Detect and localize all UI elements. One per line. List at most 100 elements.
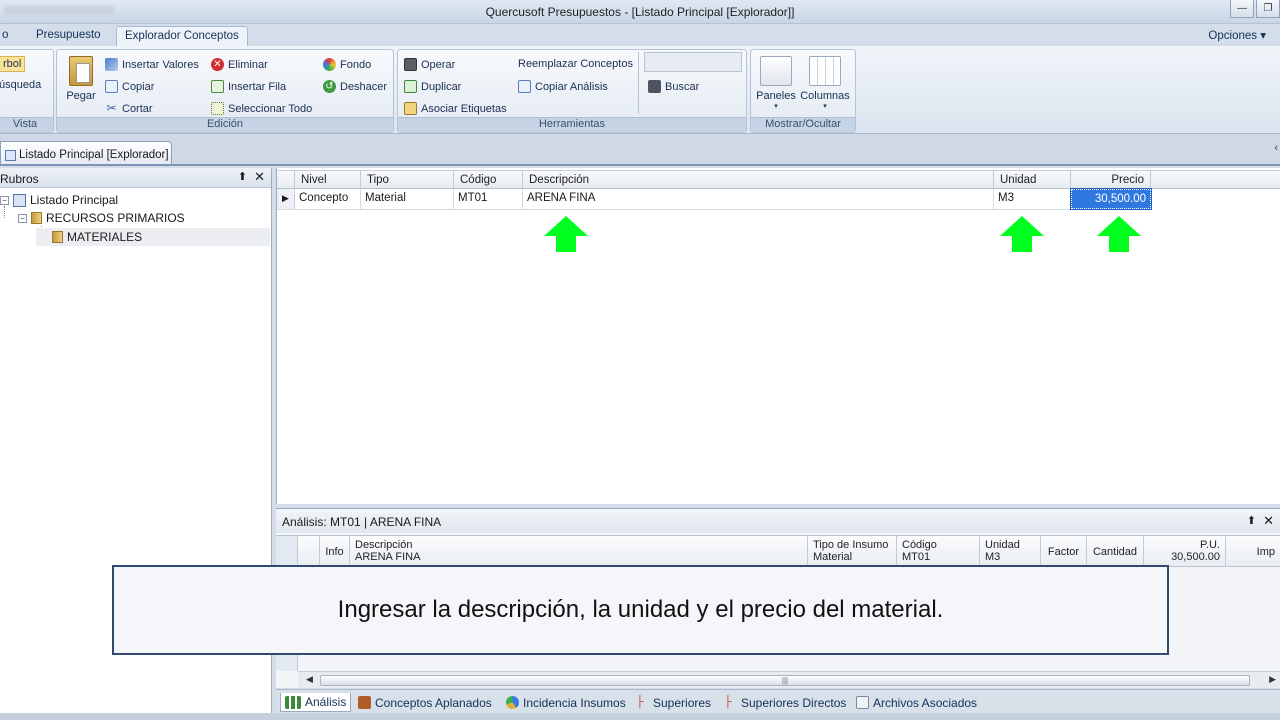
undo-label: Deshacer: [340, 80, 388, 93]
cell-unidad[interactable]: M3: [994, 189, 1071, 209]
col-importe[interactable]: Imp: [1226, 536, 1280, 567]
copy-button[interactable]: Copiar: [105, 80, 154, 93]
tree-toggle-icon[interactable]: [276, 536, 298, 567]
col-info[interactable]: Info: [320, 536, 350, 567]
insert-values-button[interactable]: Insertar Valores: [105, 58, 199, 71]
col-descripcion[interactable]: Descripción: [523, 171, 994, 189]
cell-codigo[interactable]: MT01: [454, 189, 523, 209]
group-vista-title: Vista: [0, 117, 53, 132]
insert-row-button[interactable]: Insertar Fila: [211, 80, 286, 93]
panels-button[interactable]: Paneles ▾: [755, 56, 797, 110]
chevron-left-icon[interactable]: ‹: [1274, 142, 1278, 154]
associate-labels-button[interactable]: Asociar Etiquetas: [404, 102, 507, 115]
tab-presupuesto[interactable]: Presupuesto: [28, 26, 109, 46]
replace-concepts-button[interactable]: Reemplazar Conceptos: [518, 58, 633, 70]
undo-button[interactable]: ↺ Deshacer: [323, 80, 387, 93]
col-codigo[interactable]: Código MT01: [897, 536, 980, 567]
cell-descripcion[interactable]: ARENA FINA: [523, 189, 994, 209]
col-tipo-label: Tipo de Insumo: [813, 539, 889, 551]
copy-analysis-button[interactable]: Copiar Análisis: [518, 80, 608, 93]
tab-label: Análisis: [305, 695, 347, 709]
status-strip: [0, 713, 1280, 720]
rubros-title: Rubros: [0, 172, 39, 186]
arrow-up-icon: [1000, 216, 1044, 252]
tree-node-materiales[interactable]: MATERIALES: [36, 228, 270, 246]
search-button[interactable]: Buscar: [648, 80, 699, 93]
col-unidad[interactable]: Unidad: [994, 171, 1071, 189]
background-button[interactable]: Fondo: [323, 58, 371, 71]
options-menu[interactable]: Opciones ▾: [1208, 28, 1266, 42]
duplicate-button[interactable]: Duplicar: [404, 80, 461, 93]
col-codigo-label: Código: [902, 539, 937, 551]
search-input[interactable]: [644, 52, 742, 72]
close-icon[interactable]: ✕: [254, 169, 265, 185]
tab-archivos-asociados[interactable]: Archivos Asociados: [852, 693, 981, 712]
delete-label: Eliminar: [228, 58, 268, 71]
operate-label: Operar: [421, 58, 456, 71]
col-precio[interactable]: Precio: [1071, 171, 1151, 189]
cut-button[interactable]: ✂ Cortar: [105, 102, 152, 115]
pin-icon[interactable]: ⬆: [1247, 514, 1256, 527]
columns-button[interactable]: Columnas ▾: [799, 56, 851, 110]
busqueda-label: úsqueda: [0, 79, 42, 91]
analysis-title: Análisis: MT01 | ARENA FINA: [282, 515, 442, 529]
chevron-down-icon: ▾: [1260, 30, 1266, 42]
tab-superiores[interactable]: ├ Superiores: [632, 693, 715, 712]
scroll-right-icon[interactable]: ▶: [1269, 674, 1276, 685]
arbol-button[interactable]: rbol: [0, 56, 26, 72]
tab-incidencia-insumos[interactable]: Incidencia Insumos: [502, 693, 630, 712]
tab-file[interactable]: o: [0, 26, 16, 46]
chevron-down-icon: ▾: [823, 103, 827, 110]
tree-node-label: Listado Principal: [30, 193, 119, 207]
tab-conceptos-aplanados[interactable]: Conceptos Aplanados: [354, 693, 496, 712]
tree-node-recursos-primarios[interactable]: − RECURSOS PRIMARIOS: [18, 209, 218, 227]
col-factor[interactable]: Factor: [1041, 536, 1087, 567]
minimize-icon[interactable]: —: [1230, 0, 1254, 18]
doc-tab-listado-principal[interactable]: Listado Principal [Explorador]: [0, 141, 172, 164]
collapse-icon[interactable]: −: [18, 213, 27, 223]
col-descripcion-value: ARENA FINA: [355, 551, 421, 563]
table-row[interactable]: ▶ Concepto Material MT01 ARENA FINA M3 3…: [277, 188, 1152, 210]
pin-icon[interactable]: ⬆: [238, 170, 247, 183]
panels-label: Paneles: [756, 90, 796, 102]
cell-nivel[interactable]: Concepto: [295, 189, 361, 209]
select-all-icon: [211, 102, 224, 115]
scroll-left-icon[interactable]: ◀: [306, 674, 313, 685]
col-unidad[interactable]: Unidad M3: [980, 536, 1041, 567]
close-icon[interactable]: ✕: [1263, 513, 1274, 529]
operate-button[interactable]: Operar: [404, 58, 455, 71]
folder-icon: [31, 212, 42, 224]
col-tipo-insumo[interactable]: Tipo de Insumo Material: [808, 536, 897, 567]
col-cantidad[interactable]: Cantidad: [1087, 536, 1144, 567]
copy-analysis-icon: [518, 80, 531, 93]
collapse-icon[interactable]: −: [0, 195, 9, 205]
insert-row-icon: [211, 80, 224, 93]
tree-node-listado-principal[interactable]: − Listado Principal: [0, 191, 200, 209]
insert-values-icon: [105, 58, 118, 71]
paste-button[interactable]: Pegar: [63, 56, 99, 102]
paste-label: Pegar: [66, 90, 96, 102]
binoculars-icon: [648, 80, 661, 93]
tab-superiores-directos[interactable]: ├ Superiores Directos: [720, 693, 850, 712]
tab-analisis[interactable]: Análisis: [280, 693, 352, 712]
restore-icon[interactable]: ❐: [1256, 0, 1280, 18]
group-herramientas: Operar Duplicar Asociar Etiquetas Reempl…: [397, 49, 747, 133]
cell-tipo[interactable]: Material: [361, 189, 454, 209]
col-nivel[interactable]: Nivel: [295, 171, 361, 189]
associate-labels-label: Asociar Etiquetas: [421, 102, 507, 115]
select-all-button[interactable]: Seleccionar Todo: [211, 102, 312, 115]
horizontal-scrollbar[interactable]: ◀ ||| ▶: [298, 671, 1280, 688]
col-descripcion[interactable]: Descripción ARENA FINA: [350, 536, 808, 567]
columns-icon: [809, 56, 841, 86]
pie-chart-icon: [506, 696, 519, 709]
col-tipo[interactable]: Tipo: [361, 171, 454, 189]
col-pu[interactable]: P.U. 30,500.00: [1144, 536, 1226, 567]
scrollbar-thumb[interactable]: |||: [320, 675, 1250, 686]
tab-explorador-conceptos[interactable]: Explorador Conceptos: [116, 26, 248, 46]
col-codigo[interactable]: Código: [454, 171, 523, 189]
cell-precio[interactable]: 30,500.00: [1070, 188, 1152, 210]
background-label: Fondo: [340, 58, 372, 71]
flatten-icon: [358, 696, 371, 709]
delete-button[interactable]: ✕ Eliminar: [211, 58, 268, 71]
busqueda-button[interactable]: úsqueda: [0, 79, 41, 91]
